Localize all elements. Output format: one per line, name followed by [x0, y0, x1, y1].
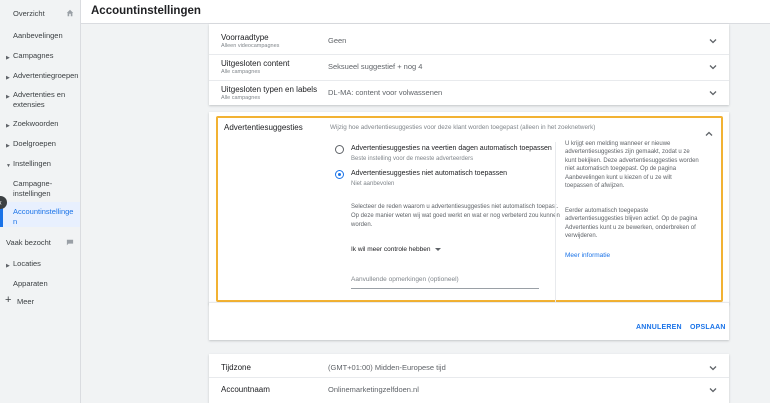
chat-icon[interactable]: [66, 239, 74, 246]
advertentiesuggesties-card: Advertentiesuggesties Wijzig hoe adverte…: [216, 116, 723, 302]
chevron-down-icon[interactable]: [709, 386, 717, 394]
caret-right-icon: ▶: [6, 55, 10, 61]
setting-row-voorraadtype[interactable]: Voorraadtype Alleen videocampagnes Geen: [209, 29, 729, 55]
caret-right-icon: ▶: [6, 143, 10, 149]
setting-sublabel: Alle campagnes: [221, 69, 261, 75]
more-info-link[interactable]: Meer informatie: [565, 252, 610, 259]
chevron-down-icon[interactable]: [709, 37, 717, 45]
section-label: Vaak bezocht: [6, 238, 51, 247]
radio-auto-apply-label: Advertentiesuggesties na veertien dagen …: [351, 145, 552, 152]
setting-label: Uitgesloten typen en labels: [221, 85, 318, 94]
caret-right-icon: ▶: [6, 263, 10, 269]
sidebar-item-label: Advertenties en extensies: [13, 90, 66, 109]
setting-label: Voorraadtype: [221, 33, 269, 42]
cancel-button[interactable]: ANNULEREN: [636, 324, 682, 331]
sidebar-item-label: Zoekwoorden: [13, 119, 59, 128]
divider: [555, 142, 556, 302]
home-icon: [66, 9, 74, 17]
reason-dropdown[interactable]: Ik wil meer controle hebben: [351, 246, 441, 253]
chevron-up-icon[interactable]: [705, 125, 713, 143]
sidebar-item-label: Meer: [17, 297, 35, 306]
radio-no-auto-apply-label: Advertentiesuggesties niet automatisch t…: [351, 170, 508, 177]
sidebar-item-label: Apparaten: [13, 279, 48, 288]
comments-input[interactable]: Aanvullende opmerkingen (optioneel): [351, 276, 539, 289]
setting-row-tijdzone[interactable]: Tijdzone (GMT+01:00) Midden-Europese tij…: [209, 356, 729, 378]
action-bar: ANNULEREN OPSLAAN: [209, 302, 729, 340]
sidebar-item-label: Campagnes: [13, 51, 54, 60]
setting-sublabel: Alle campagnes: [221, 95, 261, 101]
radio-auto-apply-sub: Beste instelling voor de meeste advertee…: [351, 156, 474, 162]
setting-value: (GMT+01:00) Midden-Europese tijd: [328, 363, 446, 372]
setting-row-uitgesloten-content[interactable]: Uitgesloten content Alle campagnes Seksu…: [209, 55, 729, 81]
dropdown-arrow-icon: [434, 247, 441, 251]
setting-value: DL-MA: content voor volwassenen: [328, 88, 443, 97]
setting-label: Accountnaam: [221, 385, 270, 394]
sidebar-item-label: Instellingen: [13, 159, 51, 168]
radio-no-auto-apply[interactable]: [335, 170, 344, 179]
sidebar-item-label: Campagne-instellingen: [13, 179, 53, 198]
setting-sublabel: Alleen videocampagnes: [221, 43, 280, 49]
setting-row-accountnaam[interactable]: Accountnaam Onlinemarketingzelfdoen.nl: [209, 378, 729, 402]
sidebar-item-label: Accountinstellingen: [13, 207, 74, 226]
setting-value: Onlinemarketingzelfdoen.nl: [328, 385, 419, 394]
save-button[interactable]: OPSLAAN: [690, 324, 726, 331]
setting-value: Geen: [328, 36, 347, 45]
sidebar-item-accountinstellingen[interactable]: Accountinstellingen: [0, 202, 80, 227]
setting-row-uitgesloten-typen[interactable]: Uitgesloten typen en labels Alle campagn…: [209, 81, 729, 107]
plus-icon: +: [5, 294, 12, 306]
setting-value: Seksueel suggestief + nog 4: [328, 62, 423, 71]
sidebar-item-label: Overzicht: [13, 9, 45, 18]
chevron-down-icon[interactable]: [709, 63, 717, 71]
info-text-1: U krijgt een melding wanneer er nieuwe a…: [565, 141, 699, 190]
chevron-down-icon[interactable]: [709, 364, 717, 372]
section-title: Advertentiesuggesties: [224, 123, 303, 132]
chevron-down-icon[interactable]: [709, 89, 717, 97]
setting-label: Uitgesloten content: [221, 59, 290, 68]
sidebar-item-label: Advertentiegroepen: [13, 71, 79, 80]
setting-label: Tijdzone: [221, 363, 251, 372]
radio-auto-apply[interactable]: [335, 145, 344, 154]
caret-down-icon: ▼: [6, 163, 11, 169]
caret-right-icon: ▶: [6, 123, 10, 129]
reason-help-text: Selecteer de reden waarom u advertenties…: [351, 204, 560, 228]
sidebar-item-label: Aanbevelingen: [13, 31, 63, 40]
dropdown-value: Ik wil meer controle hebben: [351, 246, 431, 253]
page-title: Accountinstellingen: [91, 5, 201, 17]
sidebar-item-label: Doelgroepen: [13, 139, 56, 148]
caret-right-icon: ▶: [6, 75, 10, 81]
settings-panel-top: Voorraadtype Alleen videocampagnes Geen …: [209, 24, 729, 105]
section-description: Wijzig hoe advertentiesuggesties voor de…: [330, 124, 596, 131]
info-text-2: Eerder automatisch toegepaste advertenti…: [565, 208, 698, 240]
settings-panel-bottom: Tijdzone (GMT+01:00) Midden-Europese tij…: [209, 354, 729, 403]
sidebar-item-label: Locaties: [13, 259, 41, 268]
sidebar: Overzicht Aanbevelingen ▶ Campagnes ▶ Ad…: [0, 0, 81, 403]
caret-right-icon: ▶: [6, 94, 10, 100]
radio-no-auto-apply-sub: Niet aanbevolen: [351, 181, 395, 187]
page-header: Accountinstellingen: [81, 0, 770, 24]
